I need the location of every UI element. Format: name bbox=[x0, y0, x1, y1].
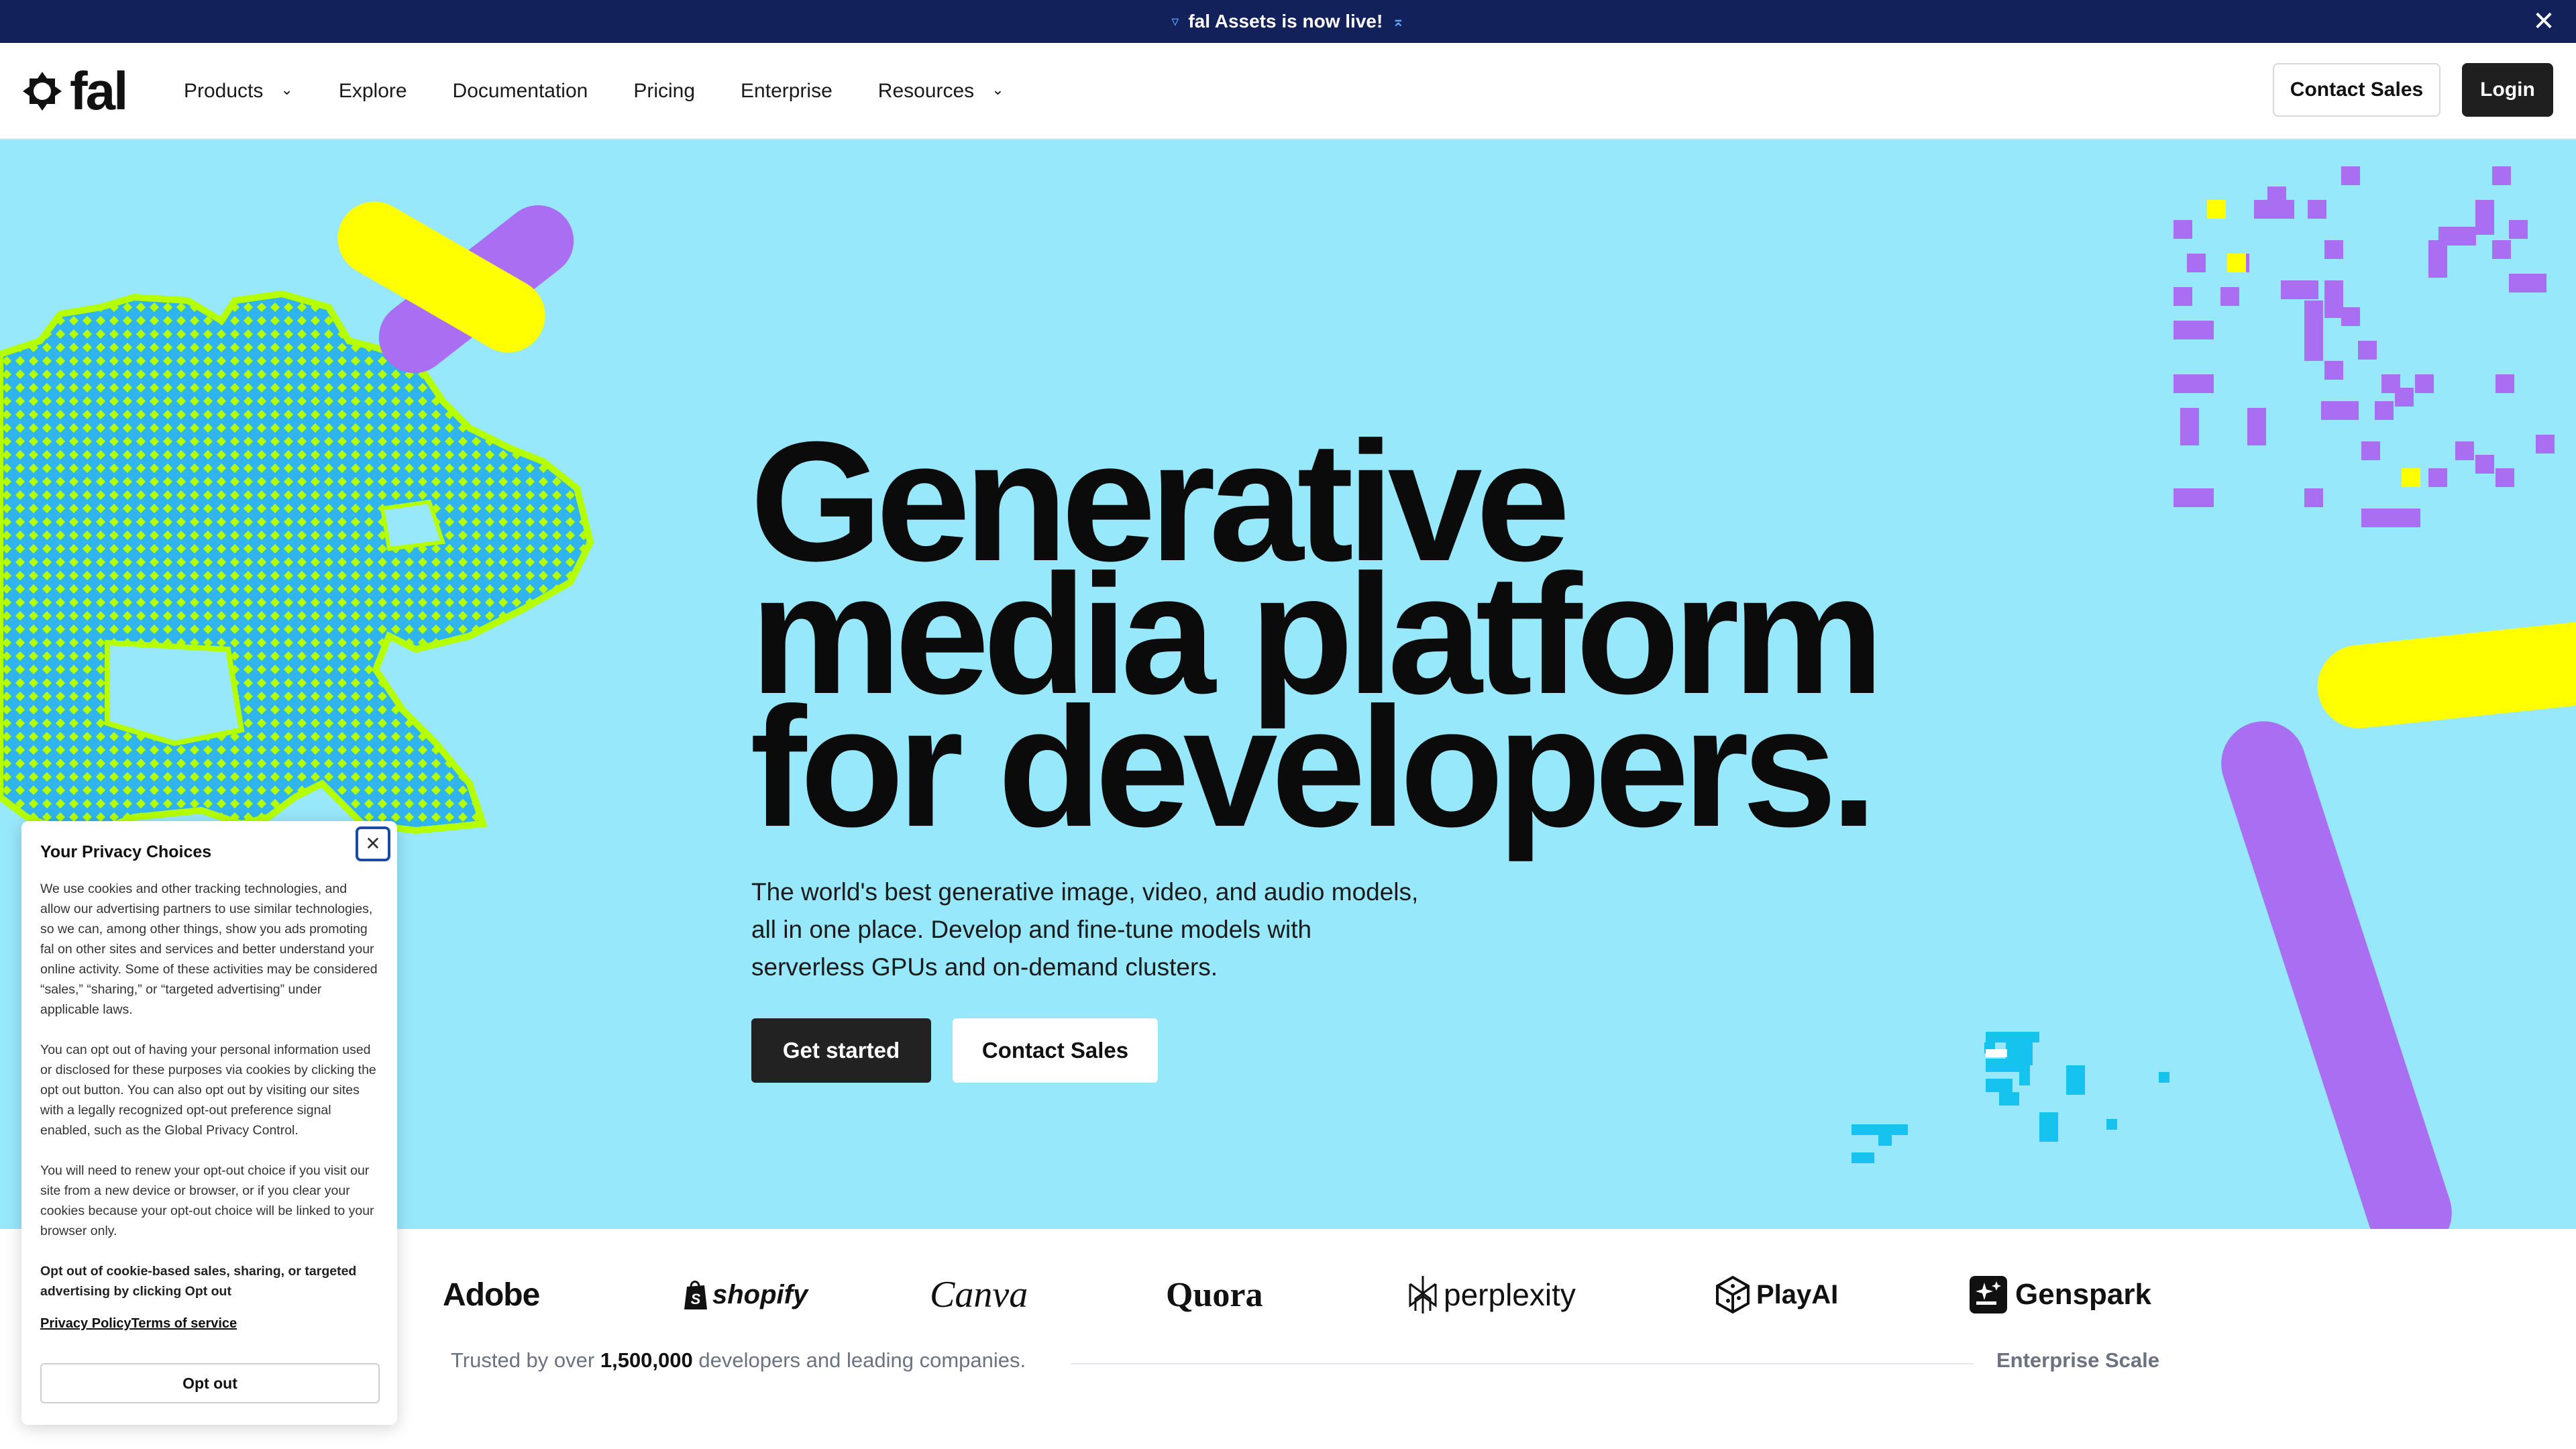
enterprise-scale-label: Enterprise Scale bbox=[1996, 1348, 2159, 1372]
hero-title: Generative media platform for developers… bbox=[750, 416, 1884, 862]
nav-explore[interactable]: Explore bbox=[339, 80, 407, 103]
get-started-button[interactable]: Get started bbox=[751, 1018, 931, 1083]
playai-cube-icon bbox=[1716, 1275, 1750, 1314]
brand-name: PlayAI bbox=[1756, 1279, 1839, 1309]
nav-pricing[interactable]: Pricing bbox=[633, 80, 695, 103]
yellow-stick-shape bbox=[2313, 616, 2576, 733]
brand-name: perplexity bbox=[1444, 1277, 1576, 1312]
privacy-choices-dialog: ✕ Your Privacy Choices We use cookies an… bbox=[21, 821, 397, 1425]
canva-logo: Canva bbox=[930, 1268, 1028, 1322]
adobe-logo: Adobe bbox=[443, 1268, 540, 1322]
brand-name: Canva bbox=[930, 1274, 1028, 1316]
site-header: fal Products ⌄ Explore Documentation Pri… bbox=[0, 43, 2576, 140]
hero-title-line: for developers. bbox=[750, 672, 1878, 862]
nav-documentation[interactable]: Documentation bbox=[453, 80, 588, 103]
chevron-down-icon: ⌄ bbox=[991, 81, 1004, 98]
privacy-paragraph: You will need to renew your opt-out choi… bbox=[40, 1163, 374, 1238]
genspark-icon bbox=[1970, 1276, 2007, 1313]
trust-count: 1,500,000 bbox=[600, 1348, 693, 1372]
trust-suffix: developers and leading companies. bbox=[698, 1348, 1026, 1372]
fal-logo-icon bbox=[23, 72, 62, 111]
opt-out-button[interactable]: Opt out bbox=[40, 1363, 380, 1403]
login-button[interactable]: Login bbox=[2462, 63, 2553, 117]
privacy-policy-link[interactable]: Privacy Policy bbox=[40, 1316, 131, 1331]
playai-logo: PlayAI bbox=[1715, 1268, 1838, 1322]
perplexity-logo: perplexity bbox=[1406, 1268, 1576, 1322]
nav-products[interactable]: Products ⌄ bbox=[184, 80, 293, 103]
privacy-title: Your Privacy Choices bbox=[40, 843, 212, 861]
contact-sales-button[interactable]: Contact Sales bbox=[2273, 63, 2440, 117]
chevron-down-icon: ⌄ bbox=[280, 81, 293, 98]
pixel-scatter-artwork bbox=[2174, 166, 2555, 527]
announcement-bar: ▿ fal Assets is now live! ⌅ ✕ bbox=[0, 0, 2576, 43]
nav-enterprise[interactable]: Enterprise bbox=[741, 80, 833, 103]
trust-statement: Trusted by over 1,500,000 developers and… bbox=[451, 1348, 1026, 1373]
close-icon[interactable]: ✕ bbox=[356, 826, 390, 861]
quora-logo: Quora bbox=[1166, 1268, 1263, 1322]
privacy-optout-note: Opt out of cookie-based sales, sharing, … bbox=[40, 1264, 357, 1299]
hero-subtitle: The world's best generative image, video… bbox=[751, 878, 1419, 981]
nav-label: Resources bbox=[877, 80, 975, 102]
privacy-links: Privacy PolicyTerms of service bbox=[40, 1313, 378, 1334]
cyan-pixel-cluster bbox=[1851, 1032, 2169, 1163]
privacy-paragraph: You can opt out of having your personal … bbox=[40, 1042, 376, 1138]
nav-label: Documentation bbox=[452, 80, 588, 102]
svg-text:S: S bbox=[691, 1291, 701, 1307]
genspark-logo: Genspark bbox=[1970, 1268, 2151, 1322]
nav-label: Products bbox=[184, 80, 264, 102]
privacy-paragraph: We use cookies and other tracking techno… bbox=[40, 881, 378, 1017]
terms-link[interactable]: Terms of service bbox=[131, 1316, 237, 1331]
fal-logo[interactable]: fal bbox=[20, 61, 128, 121]
nav-label: Enterprise bbox=[741, 80, 833, 102]
contact-sales-hero-button[interactable]: Contact Sales bbox=[953, 1018, 1158, 1083]
shopify-logo: S shopify bbox=[683, 1268, 808, 1322]
purple-stick-shape bbox=[2210, 710, 2463, 1229]
close-icon[interactable]: ✕ bbox=[2529, 7, 2559, 36]
brand-name: Genspark bbox=[2015, 1278, 2151, 1311]
logo-text: fal bbox=[70, 61, 128, 121]
brand-name: Adobe bbox=[443, 1277, 540, 1313]
main-nav: Products ⌄ Explore Documentation Pricing… bbox=[184, 43, 1050, 140]
announcement-text[interactable]: fal Assets is now live! bbox=[1188, 11, 1383, 32]
shopify-bag-icon: S bbox=[684, 1281, 707, 1309]
nav-resources[interactable]: Resources ⌄ bbox=[878, 80, 1004, 103]
sparkle-icon: ⌅ bbox=[1392, 13, 1405, 30]
sparkle-icon: ▿ bbox=[1171, 13, 1179, 30]
trust-prefix: Trusted by over bbox=[451, 1348, 595, 1372]
brand-name: Quora bbox=[1166, 1275, 1263, 1314]
nav-label: Explore bbox=[338, 80, 407, 102]
perplexity-icon bbox=[1409, 1276, 1437, 1313]
brand-name: shopify bbox=[712, 1279, 808, 1309]
nav-label: Pricing bbox=[633, 80, 696, 102]
divider bbox=[1071, 1363, 1974, 1364]
